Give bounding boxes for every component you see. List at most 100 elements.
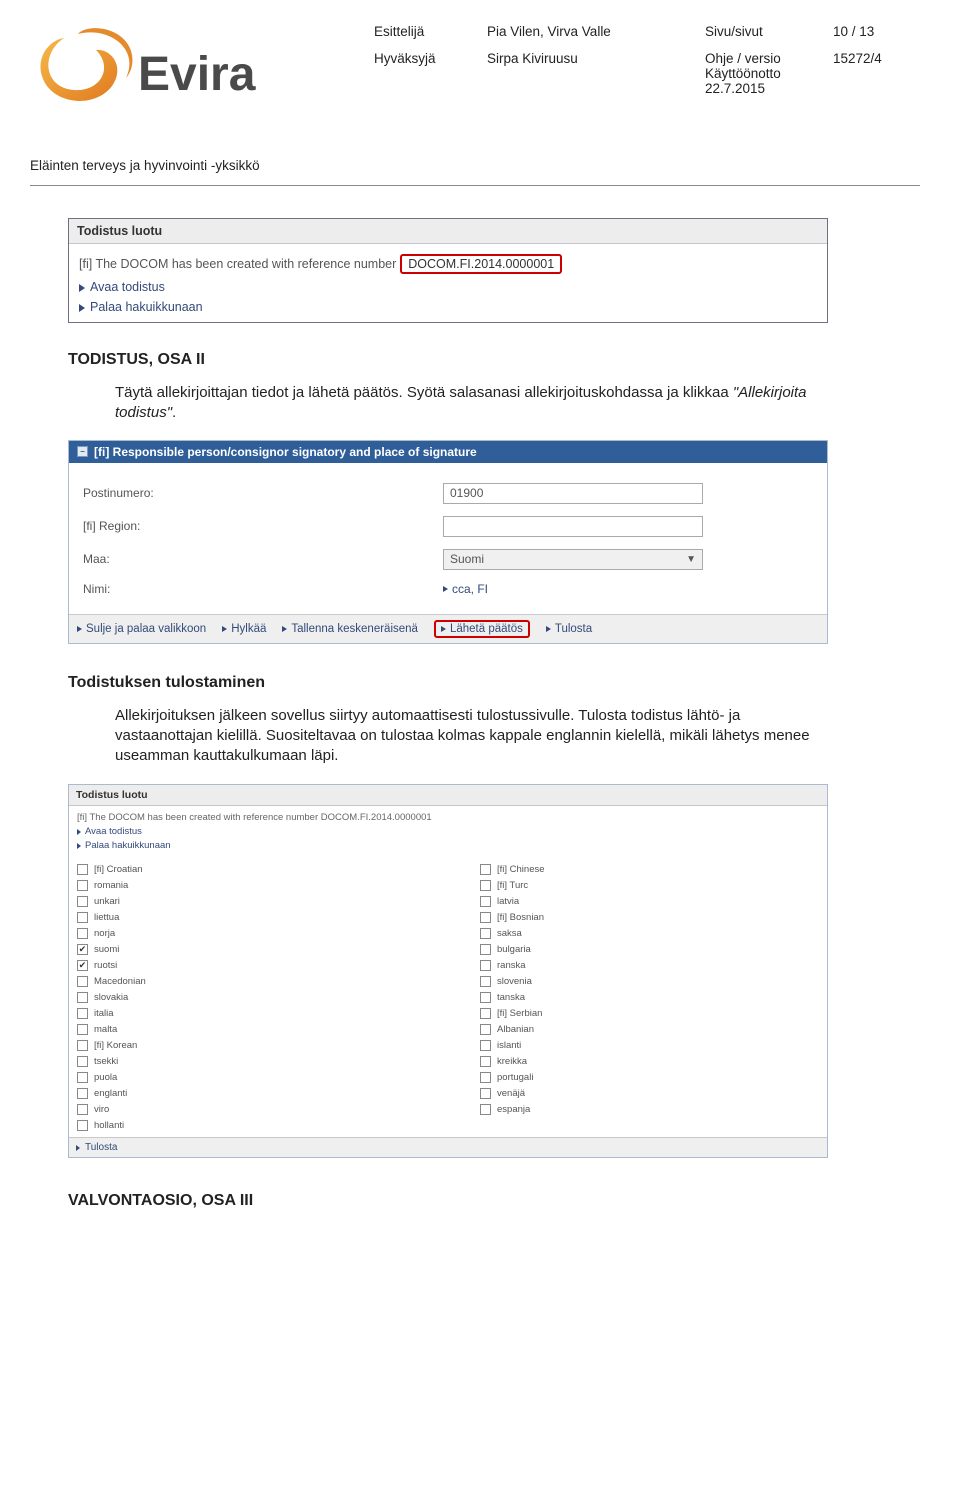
language-label: ranska: [497, 960, 526, 971]
language-checkbox-row[interactable]: bulgaria: [478, 941, 821, 957]
language-label: islanti: [497, 1040, 521, 1051]
print-languages-panel: Todistus luotu [fi] The DOCOM has been c…: [68, 784, 828, 1158]
language-checkbox-row[interactable]: tsekki: [75, 1053, 418, 1069]
link-text: Palaa hakuikkunaan: [90, 300, 203, 314]
language-label: [fi] Serbian: [497, 1008, 542, 1019]
postal-input[interactable]: 01900: [443, 483, 703, 504]
language-checkbox-row[interactable]: unkari: [75, 893, 418, 909]
name-text: cca, FI: [452, 582, 488, 596]
triangle-icon: [76, 1145, 80, 1151]
text-run: Allekirjoituksen jälkeen sovellus siirty…: [115, 706, 828, 767]
open-cert-link[interactable]: Avaa todistus: [79, 280, 817, 294]
meta-line: 22.7.2015: [705, 81, 815, 96]
language-checkbox-row[interactable]: liettua: [75, 909, 418, 925]
language-label: puola: [94, 1072, 117, 1083]
collapse-icon[interactable]: −: [77, 446, 88, 457]
checkbox-icon: [77, 976, 88, 987]
checkbox-icon: [77, 912, 88, 923]
language-checkbox-row[interactable]: [fi] Chinese: [478, 861, 821, 877]
triangle-icon: [443, 586, 448, 592]
section-paragraph: Allekirjoituksen jälkeen sovellus siirty…: [115, 706, 828, 767]
language-checkbox-row[interactable]: [fi] Serbian: [478, 1005, 821, 1021]
language-checkbox-row[interactable]: viro: [75, 1101, 418, 1117]
language-checkbox-row[interactable]: ✔ruotsi: [75, 957, 418, 973]
checkbox-icon: [77, 1024, 88, 1035]
language-checkbox-row[interactable]: puola: [75, 1069, 418, 1085]
header-rule: [30, 185, 920, 186]
back-link-small[interactable]: Palaa hakuikkunaan: [77, 840, 819, 851]
language-checkbox-row[interactable]: [fi] Bosnian: [478, 909, 821, 925]
checkbox-icon: [480, 928, 491, 939]
checkbox-icon: [480, 880, 491, 891]
send-decision-action-highlight[interactable]: Lähetä päätös: [434, 620, 530, 638]
checkbox-icon: [77, 880, 88, 891]
language-label: venäjä: [497, 1088, 525, 1099]
close-action[interactable]: Sulje ja palaa valikkoon: [77, 620, 206, 638]
language-checkbox-row[interactable]: malta: [75, 1021, 418, 1037]
language-label: Albanian: [497, 1024, 534, 1035]
checkbox-icon: [480, 864, 491, 875]
checkbox-icon: [77, 864, 88, 875]
link-text: Avaa todistus: [85, 826, 142, 837]
doc-header: Evira Esittelijä Pia Vilen, Virva Valle …: [30, 20, 920, 118]
select-value: Suomi: [450, 552, 484, 566]
language-checkbox-row[interactable]: italia: [75, 1005, 418, 1021]
print-action[interactable]: Tulosta: [546, 620, 592, 638]
triangle-icon: [79, 284, 85, 292]
checkbox-icon: ✔: [77, 944, 88, 955]
language-checkbox-row[interactable]: islanti: [478, 1037, 821, 1053]
language-checkbox-row[interactable]: hollanti: [75, 1117, 418, 1133]
language-checkbox-row[interactable]: espanja: [478, 1101, 821, 1117]
reject-action[interactable]: Hylkää: [222, 620, 266, 638]
unit-line: Eläinten terveys ja hyvinvointi -yksikkö: [30, 158, 920, 173]
language-checkbox-row[interactable]: latvia: [478, 893, 821, 909]
language-label: unkari: [94, 896, 120, 907]
language-checkbox-row[interactable]: [fi] Korean: [75, 1037, 418, 1053]
language-checkbox-row[interactable]: kreikka: [478, 1053, 821, 1069]
reference-line-small: [fi] The DOCOM has been created with ref…: [77, 812, 819, 823]
language-checkbox-row[interactable]: portugali: [478, 1069, 821, 1085]
back-to-search-link[interactable]: Palaa hakuikkunaan: [79, 300, 817, 314]
checkbox-icon: [77, 1040, 88, 1051]
meta-label: Hyväksyjä: [374, 51, 469, 96]
action-label: Lähetä päätös: [450, 623, 523, 635]
language-checkbox-row[interactable]: saksa: [478, 925, 821, 941]
language-checkbox-row[interactable]: tanska: [478, 989, 821, 1005]
country-select[interactable]: Suomi ▼: [443, 549, 703, 570]
logo-svg: Evira: [30, 20, 270, 115]
name-value-link[interactable]: cca, FI: [443, 582, 703, 596]
language-label: tanska: [497, 992, 525, 1003]
language-checkbox-row[interactable]: ✔suomi: [75, 941, 418, 957]
language-label: [fi] Chinese: [497, 864, 545, 875]
checkbox-icon: [480, 1040, 491, 1051]
open-cert-link-small[interactable]: Avaa todistus: [77, 826, 819, 837]
save-draft-action[interactable]: Tallenna keskeneräisenä: [282, 620, 418, 638]
language-checkbox-row[interactable]: englanti: [75, 1085, 418, 1101]
region-input[interactable]: [443, 516, 703, 537]
language-checkbox-row[interactable]: norja: [75, 925, 418, 941]
triangle-icon: [222, 626, 227, 632]
checkbox-icon: [480, 1072, 491, 1083]
checkbox-icon: [480, 1024, 491, 1035]
triangle-icon: [77, 843, 81, 849]
label-name: Nimi:: [83, 582, 423, 596]
meta-value: Pia Vilen, Virva Valle: [487, 24, 687, 39]
language-label: viro: [94, 1104, 109, 1115]
language-checkbox-row[interactable]: Macedonian: [75, 973, 418, 989]
language-checkbox-row[interactable]: slovakia: [75, 989, 418, 1005]
triangle-icon: [546, 626, 551, 632]
language-checkbox-row[interactable]: Albanian: [478, 1021, 821, 1037]
language-checkbox-row[interactable]: [fi] Turc: [478, 877, 821, 893]
language-label: hollanti: [94, 1120, 124, 1131]
action-label: Tulosta: [555, 623, 592, 635]
checkbox-icon: [480, 896, 491, 907]
language-checkbox-row[interactable]: romania: [75, 877, 418, 893]
print-link[interactable]: Tulosta: [85, 1142, 117, 1153]
language-label: slovakia: [94, 992, 128, 1003]
language-checkbox-row[interactable]: [fi] Croatian: [75, 861, 418, 877]
language-label: liettua: [94, 912, 119, 923]
language-checkbox-row[interactable]: ranska: [478, 957, 821, 973]
meta-line: Ohje / versio: [705, 51, 815, 66]
language-checkbox-row[interactable]: venäjä: [478, 1085, 821, 1101]
language-checkbox-row[interactable]: slovenia: [478, 973, 821, 989]
